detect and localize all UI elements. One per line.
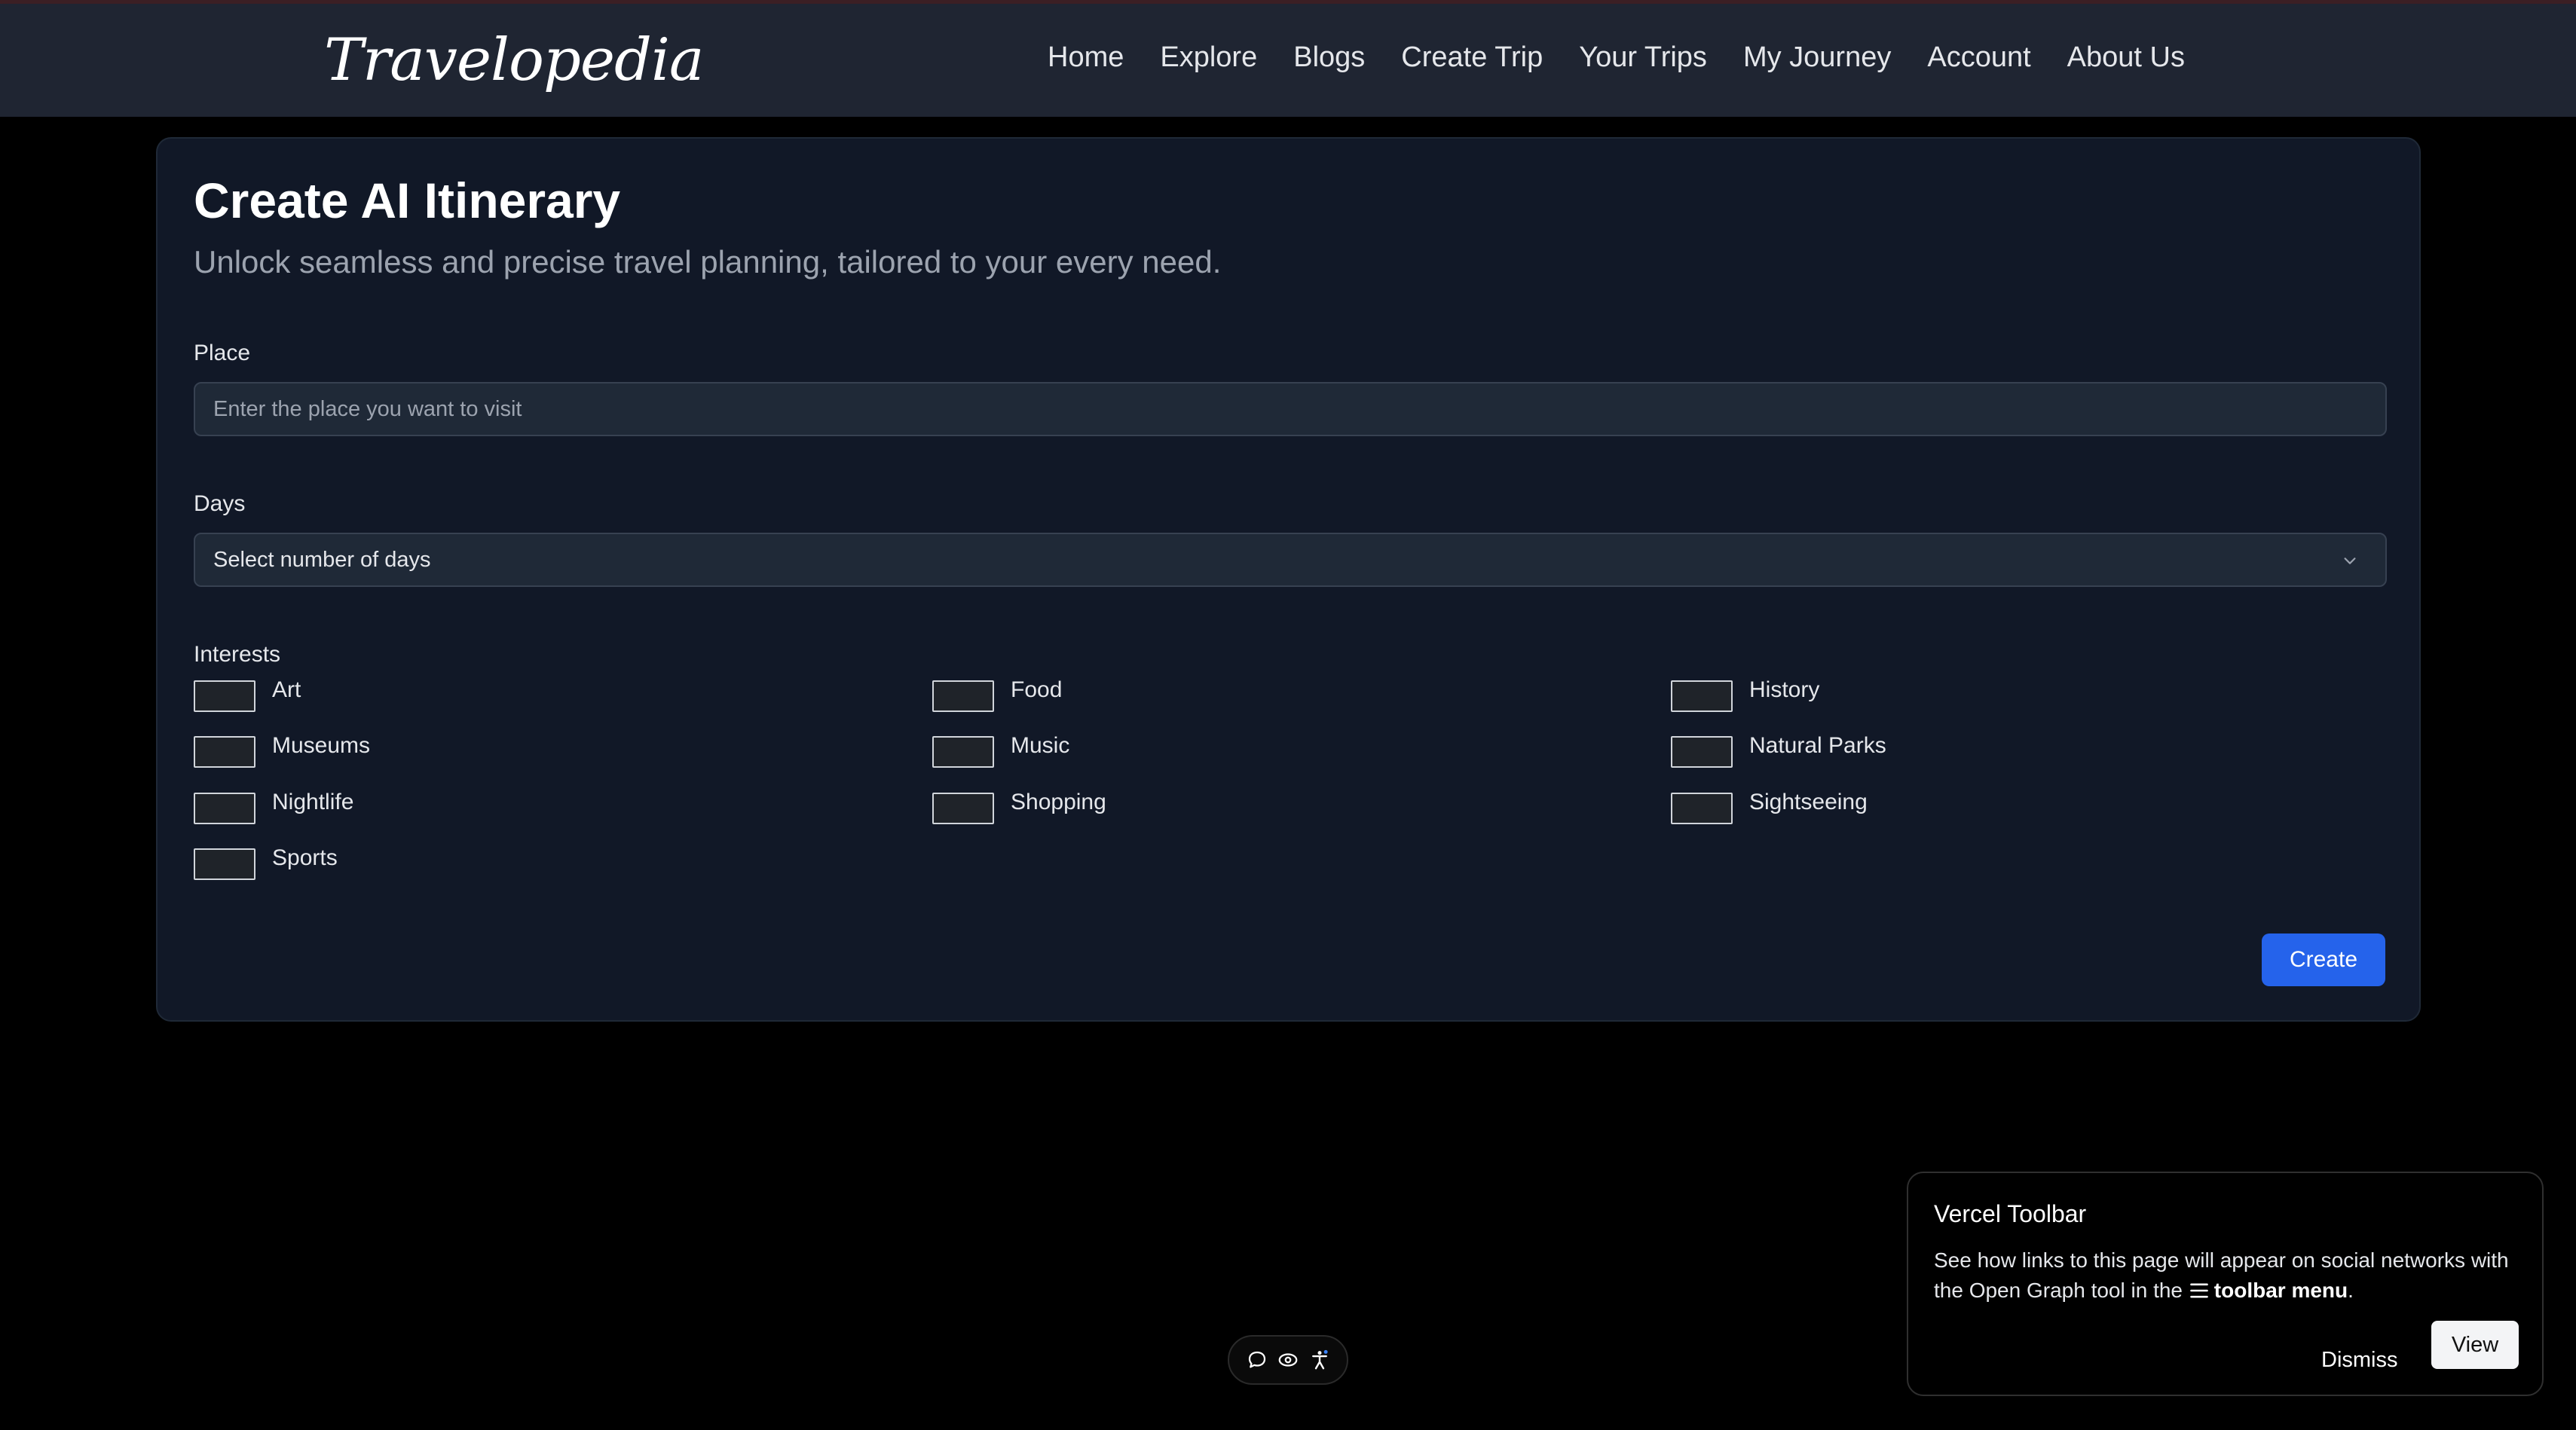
interest-natural-parks-label: Natural Parks	[1749, 733, 1886, 758]
nav-my-journey[interactable]: My Journey	[1743, 41, 1891, 74]
interest-music-label: Music	[1011, 733, 1070, 758]
navbar: Travelopedia Home Explore Blogs Create T…	[0, 4, 2576, 117]
page-subtitle: Unlock seamless and precise travel plann…	[194, 244, 1222, 280]
interest-art-checkbox[interactable]	[194, 680, 255, 712]
popup-body-suffix: .	[2348, 1279, 2354, 1302]
interest-nightlife[interactable]: Nightlife	[194, 790, 353, 824]
popup-title: Vercel Toolbar	[1934, 1200, 2087, 1227]
interest-shopping-checkbox[interactable]	[932, 793, 994, 824]
place-label: Place	[194, 341, 251, 365]
dismiss-button[interactable]: Dismiss	[2312, 1336, 2407, 1384]
interest-sports[interactable]: Sports	[194, 845, 338, 880]
popup-body-bold: toolbar menu	[2213, 1279, 2348, 1302]
view-button[interactable]: View	[2431, 1321, 2519, 1369]
place-input[interactable]	[213, 383, 2385, 435]
nav-links: Home Explore Blogs Create Trip Your Trip…	[1048, 41, 2185, 74]
interest-art[interactable]: Art	[194, 677, 301, 712]
nav-your-trips[interactable]: Your Trips	[1579, 41, 1707, 74]
eye-icon[interactable]	[1277, 1349, 1299, 1371]
nav-home[interactable]: Home	[1048, 41, 1124, 74]
interest-history-checkbox[interactable]	[1671, 680, 1733, 712]
interest-natural-parks-checkbox[interactable]	[1671, 736, 1733, 768]
interest-history-label: History	[1749, 677, 1820, 702]
interest-nightlife-checkbox[interactable]	[194, 793, 255, 824]
interest-food-checkbox[interactable]	[932, 680, 994, 712]
create-button[interactable]: Create	[2262, 933, 2385, 986]
accessibility-icon[interactable]	[1308, 1349, 1331, 1371]
menu-icon	[2189, 1283, 2208, 1298]
interest-art-label: Art	[272, 677, 301, 702]
days-select[interactable]: Select number of days	[194, 533, 2387, 587]
interest-natural-parks[interactable]: Natural Parks	[1671, 733, 1886, 768]
comment-icon[interactable]	[1246, 1349, 1268, 1371]
interest-museums-checkbox[interactable]	[194, 736, 255, 768]
vercel-toolbar-popup: Vercel Toolbar See how links to this pag…	[1907, 1172, 2544, 1396]
interests-grid: Art Food History Museums Music Natural P…	[194, 677, 2425, 918]
interest-sightseeing[interactable]: Sightseeing	[1671, 790, 1868, 824]
nav-explore[interactable]: Explore	[1160, 41, 1257, 74]
page-title: Create AI Itinerary	[194, 173, 621, 228]
interest-music[interactable]: Music	[932, 733, 1069, 768]
days-label: Days	[194, 491, 246, 516]
nav-blogs[interactable]: Blogs	[1293, 41, 1365, 74]
interest-shopping-label: Shopping	[1011, 790, 1106, 814]
interest-sightseeing-label: Sightseeing	[1749, 790, 1868, 814]
nav-account[interactable]: Account	[1927, 41, 2030, 74]
vercel-toolbar-pill	[1228, 1335, 1348, 1385]
interest-museums-label: Museums	[272, 733, 371, 758]
popup-body: See how links to this page will appear o…	[1934, 1245, 2522, 1306]
interest-sports-checkbox[interactable]	[194, 848, 255, 880]
interest-music-checkbox[interactable]	[932, 736, 994, 768]
nav-about-us[interactable]: About Us	[2067, 41, 2185, 74]
itinerary-form-card: Create AI Itinerary Unlock seamless and …	[156, 137, 2421, 1022]
interest-food[interactable]: Food	[932, 677, 1062, 712]
interest-sports-label: Sports	[272, 845, 338, 870]
interest-nightlife-label: Nightlife	[272, 790, 354, 814]
interest-food-label: Food	[1011, 677, 1063, 702]
interest-museums[interactable]: Museums	[194, 733, 370, 768]
interest-sightseeing-checkbox[interactable]	[1671, 793, 1733, 824]
days-select-value: Select number of days	[213, 547, 431, 572]
place-field	[194, 382, 2387, 436]
interest-shopping[interactable]: Shopping	[932, 790, 1106, 824]
chevron-down-icon	[2344, 558, 2356, 564]
brand-logo[interactable]: Travelopedia	[324, 26, 704, 94]
nav-create-trip[interactable]: Create Trip	[1401, 41, 1543, 74]
interests-label: Interests	[194, 642, 281, 667]
interest-history[interactable]: History	[1671, 677, 1819, 712]
